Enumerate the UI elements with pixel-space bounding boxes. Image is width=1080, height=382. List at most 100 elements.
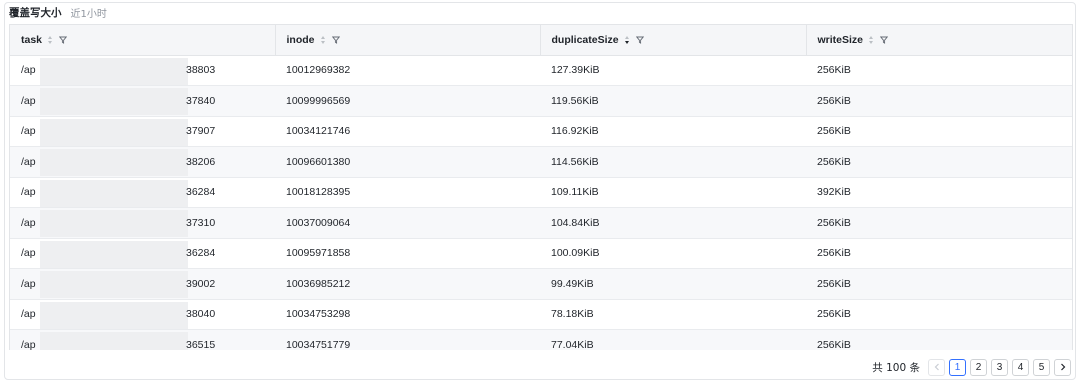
page-button-3[interactable]: 3 (991, 358, 1008, 376)
task-prefix: /ap (21, 94, 36, 107)
task-suffix: 36284 (186, 247, 216, 260)
sort-icon[interactable] (48, 36, 53, 44)
duplicateSize-cell: 104.84KiB (540, 207, 806, 239)
task-prefix: /ap (21, 338, 36, 350)
inode-cell: 10095971858 (275, 238, 540, 269)
column-header-duplicateSize[interactable]: duplicateSize (540, 25, 807, 56)
inode-cell: 10096601380 (275, 146, 540, 178)
filter-icon[interactable] (880, 36, 889, 44)
writeSize-cell: 256KiB (806, 329, 1072, 350)
redacted-region (40, 179, 188, 207)
task-cell: /ap 36284 (10, 238, 275, 269)
duplicateSize-cell: 77.04KiB (540, 329, 806, 350)
task-suffix: 38040 (186, 308, 216, 321)
redacted-region (40, 88, 188, 115)
task-cell: /ap 39002 (10, 268, 275, 300)
task-suffix: 36515 (186, 338, 216, 350)
table-header-row: task inode duplicateSize writeSize (10, 25, 1072, 56)
pagination: 共 100 条 12345 (872, 358, 1071, 376)
duplicateSize-cell: 100.09KiB (540, 238, 806, 269)
table-row[interactable]: /ap 37840 10099996569 119.56KiB 256KiB (10, 85, 1072, 117)
table-row[interactable]: /ap 38040 10034753298 78.18KiB 256KiB (10, 299, 1072, 330)
inode-cell: 10099996569 (275, 85, 540, 117)
task-prefix: /ap (21, 155, 36, 168)
task-prefix: /ap (21, 125, 36, 138)
writeSize-cell: 256KiB (806, 238, 1072, 269)
redacted-region (40, 149, 188, 176)
writeSize-cell: 256KiB (806, 116, 1072, 147)
task-cell: /ap 37840 (10, 85, 275, 117)
redacted-region (40, 210, 188, 237)
page-button-4[interactable]: 4 (1012, 358, 1029, 376)
inode-cell: 10034751779 (275, 329, 540, 350)
task-cell: /ap 38206 (10, 146, 275, 178)
column-header-label: duplicateSize (551, 33, 619, 46)
inode-cell: 10018128395 (275, 177, 540, 208)
panel-title: 覆盖写大小 (9, 6, 62, 19)
task-cell: /ap 36284 (10, 177, 275, 208)
task-suffix: 38206 (186, 155, 216, 168)
writeSize-cell: 256KiB (806, 85, 1072, 117)
table-row[interactable]: /ap 37310 10037009064 104.84KiB 256KiB (10, 207, 1072, 239)
task-prefix: /ap (21, 308, 36, 321)
task-suffix: 36284 (186, 186, 216, 199)
writeSize-cell: 256KiB (806, 299, 1072, 330)
page-button-1[interactable]: 1 (949, 358, 966, 376)
inode-cell: 10034753298 (275, 299, 540, 330)
table-row[interactable]: /ap 36284 10095971858 100.09KiB 256KiB (10, 238, 1072, 269)
overwrite-size-panel: 覆盖写大小 近1小时 task inode duplicateSize writeSi… (4, 2, 1076, 380)
column-header-label: task (21, 33, 43, 46)
task-suffix: 37310 (186, 216, 216, 229)
table-row[interactable]: /ap 36284 10018128395 109.11KiB 392KiB (10, 177, 1072, 208)
table-row[interactable]: /ap 38206 10096601380 114.56KiB 256KiB (10, 146, 1072, 178)
duplicateSize-cell: 99.49KiB (540, 268, 806, 300)
table-row[interactable]: /ap 37907 10034121746 116.92KiB 256KiB (10, 116, 1072, 147)
column-header-writeSize[interactable]: writeSize (806, 25, 1072, 56)
redacted-region (40, 332, 188, 350)
redacted-region (40, 57, 188, 85)
next-page-button[interactable] (1054, 358, 1071, 376)
column-header-label: inode (286, 33, 315, 46)
prev-page-button[interactable] (928, 358, 945, 376)
task-cell: /ap 38803 (10, 55, 275, 86)
sort-icon[interactable] (624, 36, 629, 44)
column-header-task[interactable]: task (10, 25, 276, 56)
task-prefix: /ap (21, 247, 36, 260)
redacted-region (40, 271, 188, 298)
filter-icon[interactable] (635, 36, 644, 44)
filter-icon[interactable] (59, 36, 68, 44)
task-cell: /ap 37310 (10, 207, 275, 239)
duplicateSize-cell: 119.56KiB (540, 85, 806, 117)
duplicateSize-cell: 127.39KiB (540, 55, 806, 86)
table-body: /ap 38803 10012969382 127.39KiB 256KiB/ap 378… (10, 55, 1072, 350)
page-button-5[interactable]: 5 (1033, 358, 1050, 376)
data-table: task inode duplicateSize writeSize /ap 38803… (9, 24, 1073, 350)
table-row[interactable]: /ap 38803 10012969382 127.39KiB 256KiB (10, 55, 1072, 86)
writeSize-cell: 256KiB (806, 55, 1072, 86)
redacted-region (40, 118, 188, 146)
task-prefix: /ap (21, 216, 36, 229)
writeSize-cell: 392KiB (806, 177, 1072, 208)
redacted-region (40, 240, 188, 268)
chevron-left-icon (934, 363, 939, 371)
task-suffix: 37840 (186, 94, 216, 107)
task-prefix: /ap (21, 64, 36, 77)
duplicateSize-cell: 78.18KiB (540, 299, 806, 330)
task-cell: /ap 38040 (10, 299, 275, 330)
panel-time-range: 近1小时 (70, 8, 107, 20)
duplicateSize-cell: 109.11KiB (540, 177, 806, 208)
sort-icon[interactable] (869, 36, 874, 44)
writeSize-cell: 256KiB (806, 146, 1072, 178)
page-button-2[interactable]: 2 (970, 358, 987, 376)
duplicateSize-cell: 116.92KiB (540, 116, 806, 147)
task-prefix: /ap (21, 277, 36, 290)
column-header-inode[interactable]: inode (275, 25, 541, 56)
sort-icon[interactable] (320, 36, 325, 44)
table-row[interactable]: /ap 36515 10034751779 77.04KiB 256KiB (10, 329, 1072, 350)
task-suffix: 38803 (186, 64, 216, 77)
writeSize-cell: 256KiB (806, 268, 1072, 300)
filter-icon[interactable] (331, 36, 340, 44)
table-row[interactable]: /ap 39002 10036985212 99.49KiB 256KiB (10, 268, 1072, 300)
task-prefix: /ap (21, 186, 36, 199)
chevron-right-icon (1060, 363, 1065, 371)
